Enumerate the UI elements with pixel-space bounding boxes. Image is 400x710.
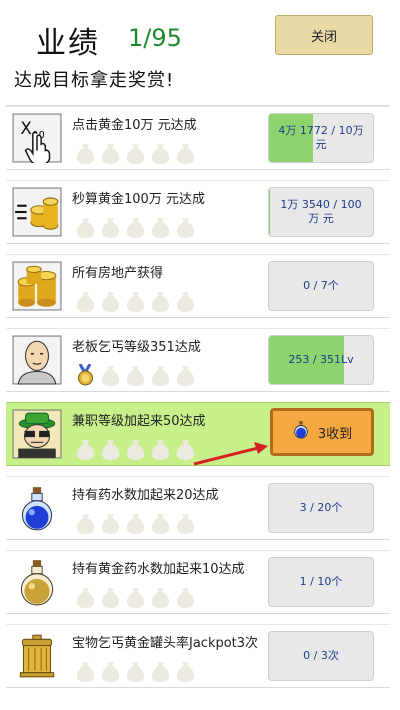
progress-text: 1万 3540 / 100万 元 xyxy=(280,198,362,225)
gold-medal-icon xyxy=(76,363,95,386)
achievement-row: 秒算黄金100万 元达成 1万 3540 / 100万 元 xyxy=(6,180,390,244)
money-bag-icon xyxy=(101,512,120,534)
money-bag-icon xyxy=(176,586,195,608)
reward-bags xyxy=(76,216,195,238)
achievement-title: 持有黄金药水数加起来10达成 xyxy=(72,562,245,577)
reward-bags xyxy=(76,363,195,386)
reward-bags xyxy=(76,660,195,682)
money-bag-icon xyxy=(101,290,120,312)
money-bag-icon xyxy=(176,216,195,238)
claim-label: 3收到 xyxy=(317,426,353,442)
achievement-row: 所有房地产获得 0 / 7个 xyxy=(6,254,390,318)
progress-button[interactable]: 253 / 351Lv xyxy=(268,335,374,385)
money-bag-icon xyxy=(151,512,170,534)
achievement-list[interactable]: X10 点击黄金10万 元达成 4万 1772 / 10万 元秒算黄金100万 元达… xyxy=(6,105,390,695)
reward-bags xyxy=(76,586,195,608)
header: 业绩 1/95 关闭 达成目标拿走奖赏! xyxy=(0,0,400,100)
progress-text: 4万 1772 / 10万 元 xyxy=(278,124,364,151)
money-bag-icon xyxy=(126,364,145,386)
coin-stack-speed-icon xyxy=(12,187,62,237)
progress-button[interactable]: 0 / 3次 xyxy=(268,631,374,681)
money-bag-icon xyxy=(176,142,195,164)
progress-text: 0 / 7个 xyxy=(303,279,339,292)
achievement-row: 宝物乞丐黄金罐头率Jackpot3次 0 / 3次 xyxy=(6,624,390,688)
progress-button[interactable]: 4万 1772 / 10万 元 xyxy=(268,113,374,163)
reward-bags xyxy=(76,290,195,312)
achievement-title: 持有药水数加起来20达成 xyxy=(72,488,219,503)
money-bag-icon xyxy=(176,364,195,386)
achievement-title: 点击黄金10万 元达成 xyxy=(72,118,197,133)
achievement-title: 秒算黄金100万 元达成 xyxy=(72,192,205,207)
progress-text: 0 / 3次 xyxy=(303,649,339,662)
money-bag-icon xyxy=(126,216,145,238)
claim-reward-button[interactable]: 3收到 xyxy=(270,408,374,456)
achievement-row: X10 点击黄金10万 元达成 4万 1772 / 10万 元 xyxy=(6,106,390,170)
close-button[interactable]: 关闭 xyxy=(275,15,373,55)
gold-potion-icon xyxy=(12,557,62,607)
money-bag-icon xyxy=(151,660,170,682)
subtitle: 达成目标拿走奖赏! xyxy=(14,70,175,91)
money-bag-icon xyxy=(151,438,170,460)
achievement-title: 兼职等级加起来50达成 xyxy=(72,414,206,429)
money-bag-icon xyxy=(76,512,95,534)
reward-bags xyxy=(76,512,195,534)
money-bag-icon xyxy=(126,438,145,460)
progress-button[interactable]: 0 / 7个 xyxy=(268,261,374,311)
achievement-title: 老板乞丐等级351达成 xyxy=(72,340,201,355)
achievement-title: 宝物乞丐黄金罐头率Jackpot3次 xyxy=(72,636,259,651)
money-bag-icon xyxy=(176,290,195,312)
money-bag-icon xyxy=(76,216,95,238)
achievement-row: 持有药水数加起来20达成 3 / 20个 xyxy=(6,476,390,540)
money-bag-icon xyxy=(126,586,145,608)
progress-button[interactable]: 1万 3540 / 100万 元 xyxy=(268,187,374,237)
potion-icon xyxy=(292,420,310,444)
svg-text:X: X xyxy=(20,119,31,138)
achievement-count: 1/95 xyxy=(128,24,182,52)
money-bag-icon xyxy=(101,216,120,238)
progress-text: 3 / 20个 xyxy=(299,501,343,514)
money-bag-icon xyxy=(126,512,145,534)
reward-bags xyxy=(76,142,195,164)
money-bag-icon xyxy=(176,660,195,682)
money-bag-icon xyxy=(101,142,120,164)
money-bag-icon xyxy=(176,512,195,534)
part-time-worker-icon xyxy=(12,409,62,459)
gold-coin-stack-icon xyxy=(12,261,62,311)
money-bag-icon xyxy=(76,586,95,608)
money-bag-icon xyxy=(101,586,120,608)
reward-bags xyxy=(76,438,195,460)
progress-text: 1 / 10个 xyxy=(299,575,343,588)
money-bag-icon xyxy=(76,142,95,164)
money-bag-icon xyxy=(101,660,120,682)
money-bag-icon xyxy=(151,586,170,608)
achievement-row: 老板乞丐等级351达成 253 / 351Lv xyxy=(6,328,390,392)
money-bag-icon xyxy=(101,438,120,460)
money-bag-icon xyxy=(151,142,170,164)
progress-text: 253 / 351Lv xyxy=(288,353,354,366)
achievement-row: 持有黄金药水数加起来10达成 1 / 10个 xyxy=(6,550,390,614)
money-bag-icon xyxy=(126,290,145,312)
money-bag-icon xyxy=(151,290,170,312)
money-bag-icon xyxy=(151,216,170,238)
tap-finger-icon: X10 xyxy=(12,113,62,166)
money-bag-icon xyxy=(76,660,95,682)
red-arrow-indicator xyxy=(193,442,268,466)
achievement-title: 所有房地产获得 xyxy=(72,266,164,281)
money-bag-icon xyxy=(76,438,95,460)
money-bag-icon xyxy=(76,290,95,312)
progress-button[interactable]: 3 / 20个 xyxy=(268,483,374,533)
money-bag-icon xyxy=(126,142,145,164)
progress-button[interactable]: 1 / 10个 xyxy=(268,557,374,607)
golden-pot-icon xyxy=(12,631,62,681)
money-bag-icon xyxy=(151,364,170,386)
boss-beggar-icon xyxy=(12,335,62,385)
page-title: 业绩 xyxy=(36,26,100,61)
blue-potion-icon xyxy=(12,483,62,533)
money-bag-icon xyxy=(101,364,120,386)
money-bag-icon xyxy=(126,660,145,682)
